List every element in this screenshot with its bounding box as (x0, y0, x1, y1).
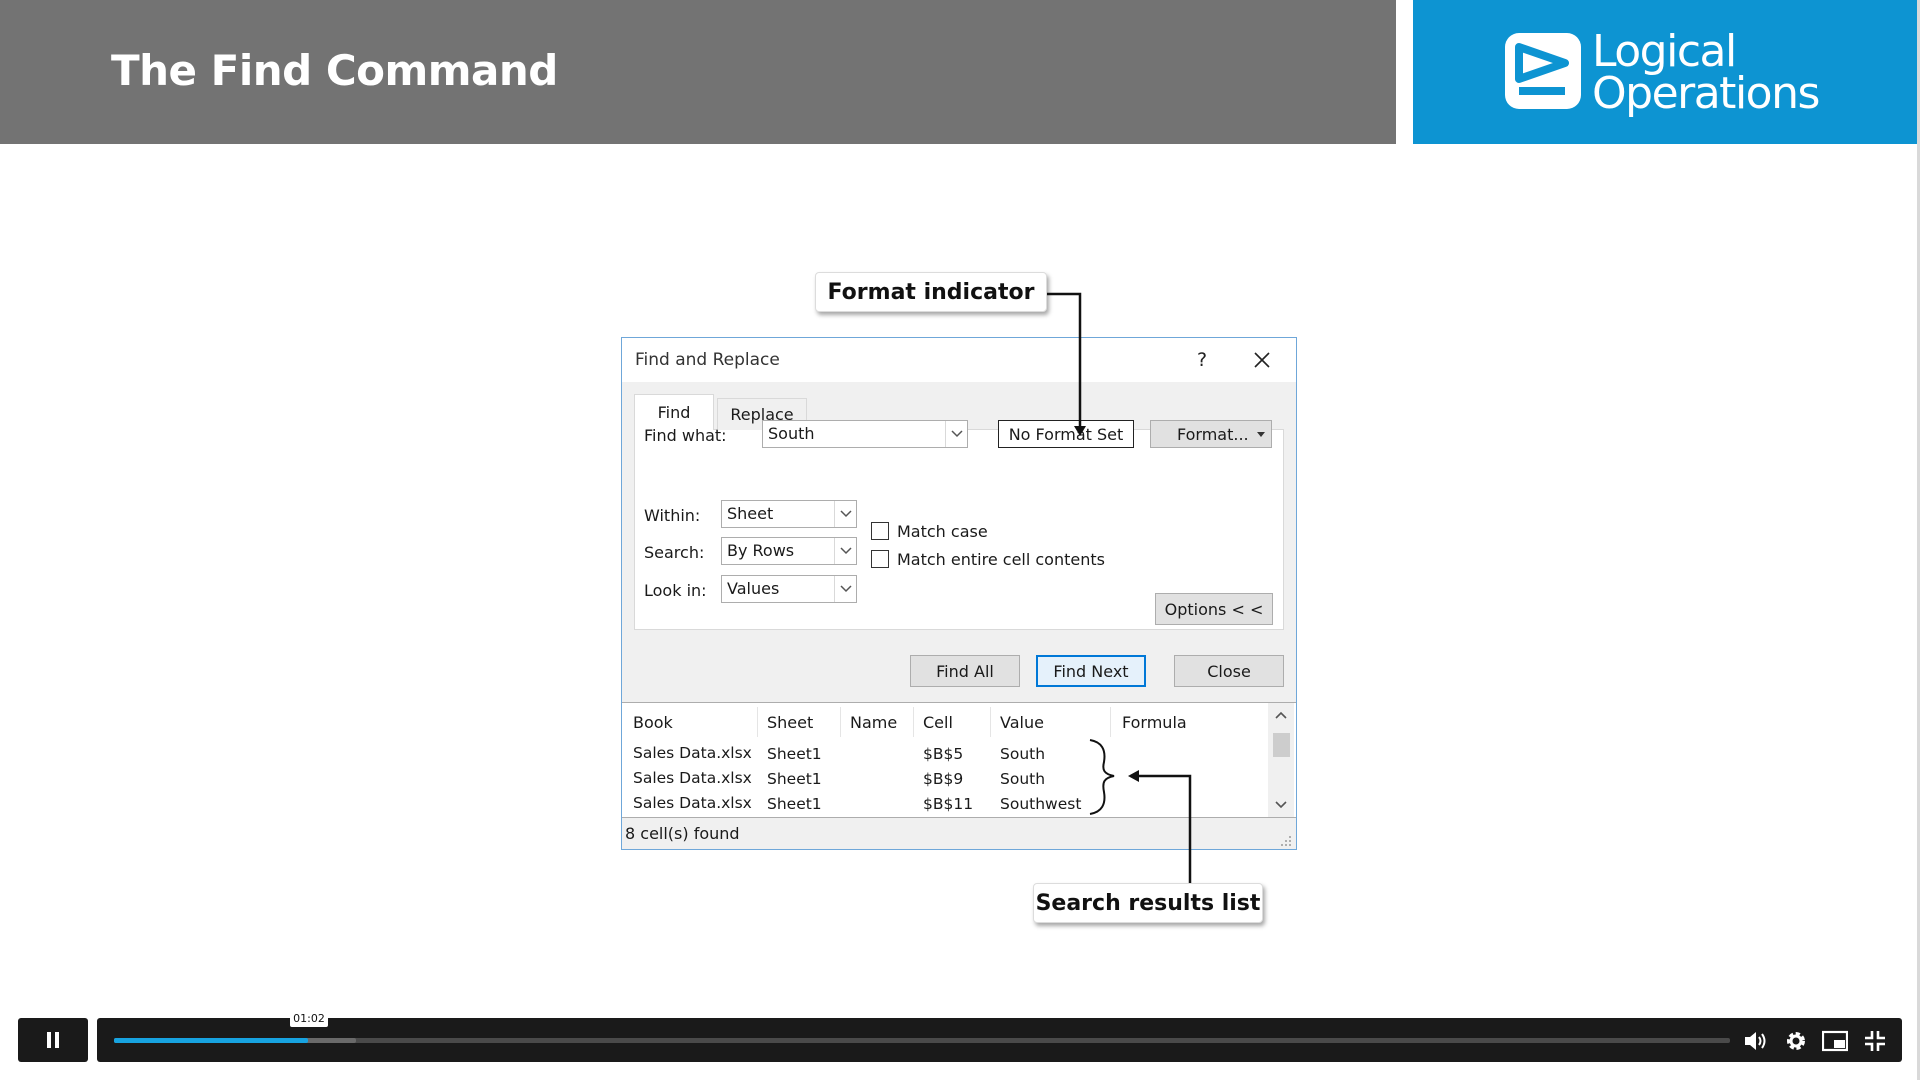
close-dialog-button[interactable] (1242, 344, 1282, 376)
exit-fullscreen-icon[interactable] (1861, 1027, 1889, 1055)
match-case-checkbox[interactable] (871, 522, 889, 540)
result-sheet[interactable]: Sheet1 (767, 795, 822, 813)
scroll-up-icon[interactable] (1275, 711, 1287, 719)
result-cell[interactable]: $B$11 (923, 795, 973, 813)
find-what-label: Find what: (644, 426, 727, 445)
format-button-label: Format... (1177, 424, 1249, 444)
result-value[interactable]: Southwest (1000, 795, 1081, 813)
search-label: Search: (644, 543, 705, 562)
progress-track[interactable] (114, 1038, 1730, 1043)
format-button[interactable]: Format... (1150, 420, 1272, 448)
column-header-name[interactable]: Name (850, 713, 897, 732)
find-what-value: South (768, 424, 815, 443)
result-book[interactable]: Sales Data.xlsx (633, 794, 752, 812)
lookin-value: Values (727, 579, 780, 598)
close-icon (1254, 352, 1270, 368)
options-button[interactable]: Options < < (1155, 593, 1273, 625)
column-divider (840, 707, 841, 737)
search-value: By Rows (727, 541, 795, 560)
control-bar (97, 1018, 1902, 1062)
column-divider (990, 707, 991, 737)
column-divider (1110, 707, 1111, 737)
logo-text-operations: Operations (1592, 68, 1820, 119)
close-button[interactable]: Close (1174, 655, 1284, 687)
result-sheet[interactable]: Sheet1 (767, 770, 822, 788)
search-select[interactable]: By Rows (721, 537, 857, 565)
logo-mark-icon (1505, 33, 1581, 109)
result-value[interactable]: South (1000, 770, 1045, 788)
chevron-down-icon[interactable] (834, 501, 856, 527)
slide-title: The Find Command (111, 46, 558, 95)
column-header-value[interactable]: Value (1000, 713, 1044, 732)
within-select[interactable]: Sheet (721, 500, 857, 528)
picture-in-picture-icon[interactable] (1821, 1027, 1849, 1055)
within-value: Sheet (727, 504, 774, 523)
pause-button[interactable] (18, 1018, 88, 1062)
search-results-callout: Search results list (1033, 883, 1263, 923)
lookin-label: Look in: (644, 581, 707, 600)
format-indicator-callout: Format indicator (815, 272, 1047, 312)
lookin-select[interactable]: Values (721, 575, 857, 603)
scroll-down-icon[interactable] (1275, 801, 1287, 809)
no-format-set-indicator: No Format Set (998, 420, 1134, 448)
column-header-formula[interactable]: Formula (1122, 713, 1187, 732)
dialog-titlebar: Find and Replace ? (622, 338, 1296, 382)
scroll-thumb[interactable] (1273, 733, 1290, 757)
slide-header: The Find Command (0, 0, 1396, 144)
column-header-sheet[interactable]: Sheet (767, 713, 813, 732)
result-cell[interactable]: $B$5 (923, 745, 963, 763)
column-divider (757, 707, 758, 737)
column-divider (913, 707, 914, 737)
match-entire-label: Match entire cell contents (897, 550, 1105, 569)
status-bar-count: 8 cell(s) found (625, 824, 740, 843)
result-value[interactable]: South (1000, 745, 1045, 763)
chevron-down-icon[interactable] (945, 421, 967, 447)
within-label: Within: (644, 506, 701, 525)
search-results-list[interactable]: Book Sheet Name Cell Value Formula Sales… (622, 702, 1296, 818)
settings-gear-icon[interactable] (1782, 1027, 1810, 1055)
find-next-button[interactable]: Find Next (1036, 655, 1146, 687)
progress-fill (114, 1038, 308, 1043)
match-entire-checkbox[interactable] (871, 550, 889, 568)
column-header-cell[interactable]: Cell (923, 713, 953, 732)
logo-panel: Logical Operations (1413, 0, 1920, 144)
volume-icon[interactable] (1742, 1027, 1770, 1055)
result-book[interactable]: Sales Data.xlsx (633, 769, 752, 787)
tab-find[interactable]: Find (634, 394, 714, 430)
column-header-book[interactable]: Book (633, 713, 673, 732)
match-case-label: Match case (897, 522, 988, 541)
chevron-down-icon[interactable] (834, 538, 856, 564)
result-sheet[interactable]: Sheet1 (767, 745, 822, 763)
pause-icon (47, 1032, 59, 1048)
result-cell[interactable]: $B$9 (923, 770, 963, 788)
resize-grip-icon[interactable] (1280, 835, 1292, 847)
dropdown-arrow-icon (1257, 432, 1265, 437)
help-button[interactable]: ? (1182, 344, 1222, 376)
video-player-controls (0, 1015, 1920, 1080)
time-tooltip: 01:02 (290, 1010, 328, 1027)
dialog-title: Find and Replace (635, 350, 780, 370)
results-scrollbar[interactable] (1268, 703, 1294, 817)
find-replace-dialog: Find and Replace ? Find Replace Find wha… (621, 337, 1297, 850)
chevron-down-icon[interactable] (834, 576, 856, 602)
find-what-input[interactable]: South (762, 420, 968, 448)
find-all-button[interactable]: Find All (910, 655, 1020, 687)
result-book[interactable]: Sales Data.xlsx (633, 744, 752, 762)
